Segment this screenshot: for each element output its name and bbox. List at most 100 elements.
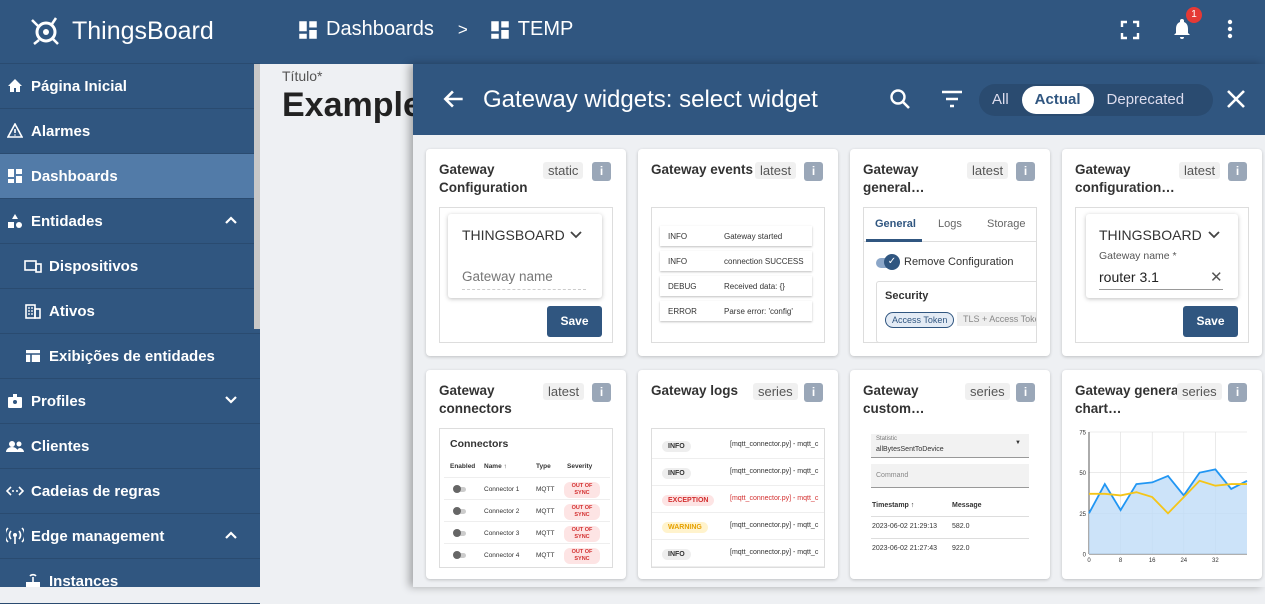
- connector-name: Connector 4: [484, 552, 520, 559]
- widget-card-gateway-events[interactable]: Gateway events latest i INFO Gateway star…: [638, 149, 838, 356]
- info-icon[interactable]: i: [592, 162, 611, 181]
- tab-logs: Logs: [938, 218, 962, 230]
- filter-icon[interactable]: [941, 90, 963, 108]
- sidebar-item-edge-management[interactable]: Edge management: [0, 514, 260, 559]
- widget-card-title: Gateway connectors: [439, 383, 512, 416]
- devices-icon: [22, 258, 44, 274]
- info-icon[interactable]: i: [1228, 383, 1247, 402]
- widget-preview: THINGSBOARD Gateway name Save: [439, 207, 613, 343]
- sidebar-item-profiles[interactable]: Profiles: [0, 379, 260, 424]
- widget-card-gateway-general-chart[interactable]: Gateway general chart… series i 75 50 25 0 0…: [1062, 370, 1262, 579]
- info-icon[interactable]: i: [1228, 162, 1247, 181]
- active-tab-indicator: [866, 239, 922, 242]
- widget-card-gateway-logs[interactable]: Gateway logs series i INFO [mqtt_connecto…: [638, 370, 838, 579]
- severity-badge: OUT OF SYNC: [564, 504, 600, 520]
- dashboard-background: Título* Example: [260, 64, 422, 587]
- top-bar: Dashboards > TEMP 1: [260, 0, 1265, 64]
- chevron-down-icon: [1208, 231, 1220, 239]
- info-icon[interactable]: i: [592, 383, 611, 402]
- chevron-up-icon[interactable]: [224, 213, 238, 231]
- title-field-value[interactable]: Example: [282, 86, 422, 125]
- deprecated-filter-toggle: All Actual Deprecated: [979, 84, 1213, 116]
- close-icon[interactable]: [1225, 88, 1247, 110]
- severity-badge: OUT OF SYNC: [564, 526, 600, 542]
- sidebar-item-label: Clientes: [31, 437, 90, 455]
- sidebar-item-rule-chains[interactable]: Cadeias de regras: [0, 469, 260, 514]
- widget-card-title: Gateway Configuration: [439, 162, 528, 195]
- tab-general: General: [875, 218, 916, 230]
- fullscreen-icon[interactable]: [1120, 20, 1140, 40]
- widget-type-badge: series: [965, 383, 1010, 400]
- col-message: Message: [952, 502, 982, 509]
- widget-card-gateway-connectors[interactable]: Gateway connectors latest i Connectors E…: [426, 370, 626, 579]
- chevron-down-icon[interactable]: [224, 393, 238, 411]
- divider: [871, 516, 1029, 517]
- widget-card-gateway-configuration-2[interactable]: Gateway configuration… latest i THINGSBO…: [1062, 149, 1262, 356]
- widget-preview: Statistic allBytesSentToDevice ▼ Command…: [863, 428, 1037, 568]
- event-row: ERROR Parse error: 'config': [660, 301, 812, 321]
- severity-badge: OUT OF SYNC: [564, 548, 600, 564]
- sidebar-item-label: Profiles: [31, 392, 87, 410]
- info-icon[interactable]: i: [804, 383, 823, 402]
- widget-card-gateway-custom[interactable]: Gateway custom… series i Statistic allBy…: [850, 370, 1050, 579]
- sidebar-item-label: Exibições de entidades: [49, 347, 215, 365]
- chevron-up-icon[interactable]: [224, 528, 238, 546]
- info-icon[interactable]: i: [1016, 162, 1035, 181]
- severity-badge: OUT OF SYNC: [564, 482, 600, 498]
- event-message: connection SUCCESS: [724, 257, 804, 266]
- panel-header: Gateway widgets: select widget All Actua…: [413, 64, 1265, 135]
- sidebar-item-instances[interactable]: Instances: [0, 559, 260, 604]
- info-icon[interactable]: i: [1016, 383, 1035, 402]
- event-message: Gateway started: [724, 232, 783, 241]
- connector-name: Connector 2: [484, 508, 520, 515]
- widget-card-gateway-general[interactable]: Gateway general… latest i General Logs S…: [850, 149, 1050, 356]
- search-icon[interactable]: [889, 88, 911, 110]
- sidebar-item-entity-views[interactable]: Exibições de entidades: [0, 334, 260, 379]
- log-message: [mqtt_connector.py] - mqtt_c: [730, 441, 819, 448]
- brand-name: ThingsBoard: [72, 17, 214, 45]
- sidebar-item-label: Edge management: [31, 527, 165, 545]
- widget-card-title: Gateway configuration…: [1075, 162, 1175, 195]
- sidebar-item-entities[interactable]: Entidades: [0, 199, 260, 244]
- chart-preview: 75 50 25 00 8 16 24 32: [1079, 431, 1248, 564]
- entity-views-icon: [22, 348, 44, 364]
- filter-actual[interactable]: Actual: [1021, 86, 1094, 114]
- widget-card-title: Gateway general chart…: [1075, 383, 1183, 416]
- widget-preview: INFO [mqtt_connector.py] - mqtt_c INFO [mqt…: [651, 428, 825, 568]
- sidebar-item-devices[interactable]: Dispositivos: [0, 244, 260, 289]
- toggle-knob: [453, 551, 461, 559]
- table-header: Type: [536, 463, 551, 470]
- toggle-knob: ✓: [884, 254, 900, 270]
- row-timestamp: 2023-06-02 21:27:43: [872, 545, 937, 552]
- filter-all[interactable]: All: [979, 86, 1022, 114]
- breadcrumb-dashboards[interactable]: Dashboards: [326, 18, 434, 41]
- connectors-title: Connectors: [450, 438, 509, 450]
- row-message: 582.0: [952, 523, 970, 530]
- sidebar-item-customers[interactable]: Clientes: [0, 424, 260, 469]
- divider: [652, 458, 824, 459]
- sidebar-item-home[interactable]: Página Inicial: [0, 64, 260, 109]
- back-arrow-icon[interactable]: [441, 86, 467, 112]
- filter-deprecated[interactable]: Deprecated: [1094, 86, 1198, 114]
- x-tick-label: 16: [1149, 558, 1156, 564]
- sidebar-item-alarms[interactable]: Alarmes: [0, 109, 260, 154]
- log-message: [mqtt_connector.py] - mqtt_c: [730, 522, 819, 529]
- x-tick-label: 8: [1119, 558, 1123, 564]
- sidebar-item-label: Página Inicial: [31, 77, 127, 95]
- info-icon[interactable]: i: [804, 162, 823, 181]
- row-message: 922.0: [952, 545, 970, 552]
- toggle-knob: [453, 507, 461, 515]
- event-level: ERROR: [668, 307, 697, 316]
- entities-icon: [4, 213, 26, 229]
- widget-card-gateway-configuration[interactable]: Gateway Configuration static i THINGSBOA…: [426, 149, 626, 356]
- connector-name: Connector 3: [484, 530, 520, 537]
- widget-type-badge: series: [753, 383, 798, 400]
- sidebar-item-label: Alarmes: [31, 122, 91, 140]
- sidebar-item-assets[interactable]: Ativos: [0, 289, 260, 334]
- sidebar-item-dashboards[interactable]: Dashboards: [0, 154, 260, 199]
- log-message: [mqtt_connector.py] - mqtt_c: [730, 549, 819, 556]
- sidebar-item-label: Ativos: [49, 302, 95, 320]
- more-vert-icon[interactable]: [1226, 18, 1234, 40]
- dashboards-icon: [299, 20, 317, 39]
- logo[interactable]: ThingsBoard: [0, 0, 260, 64]
